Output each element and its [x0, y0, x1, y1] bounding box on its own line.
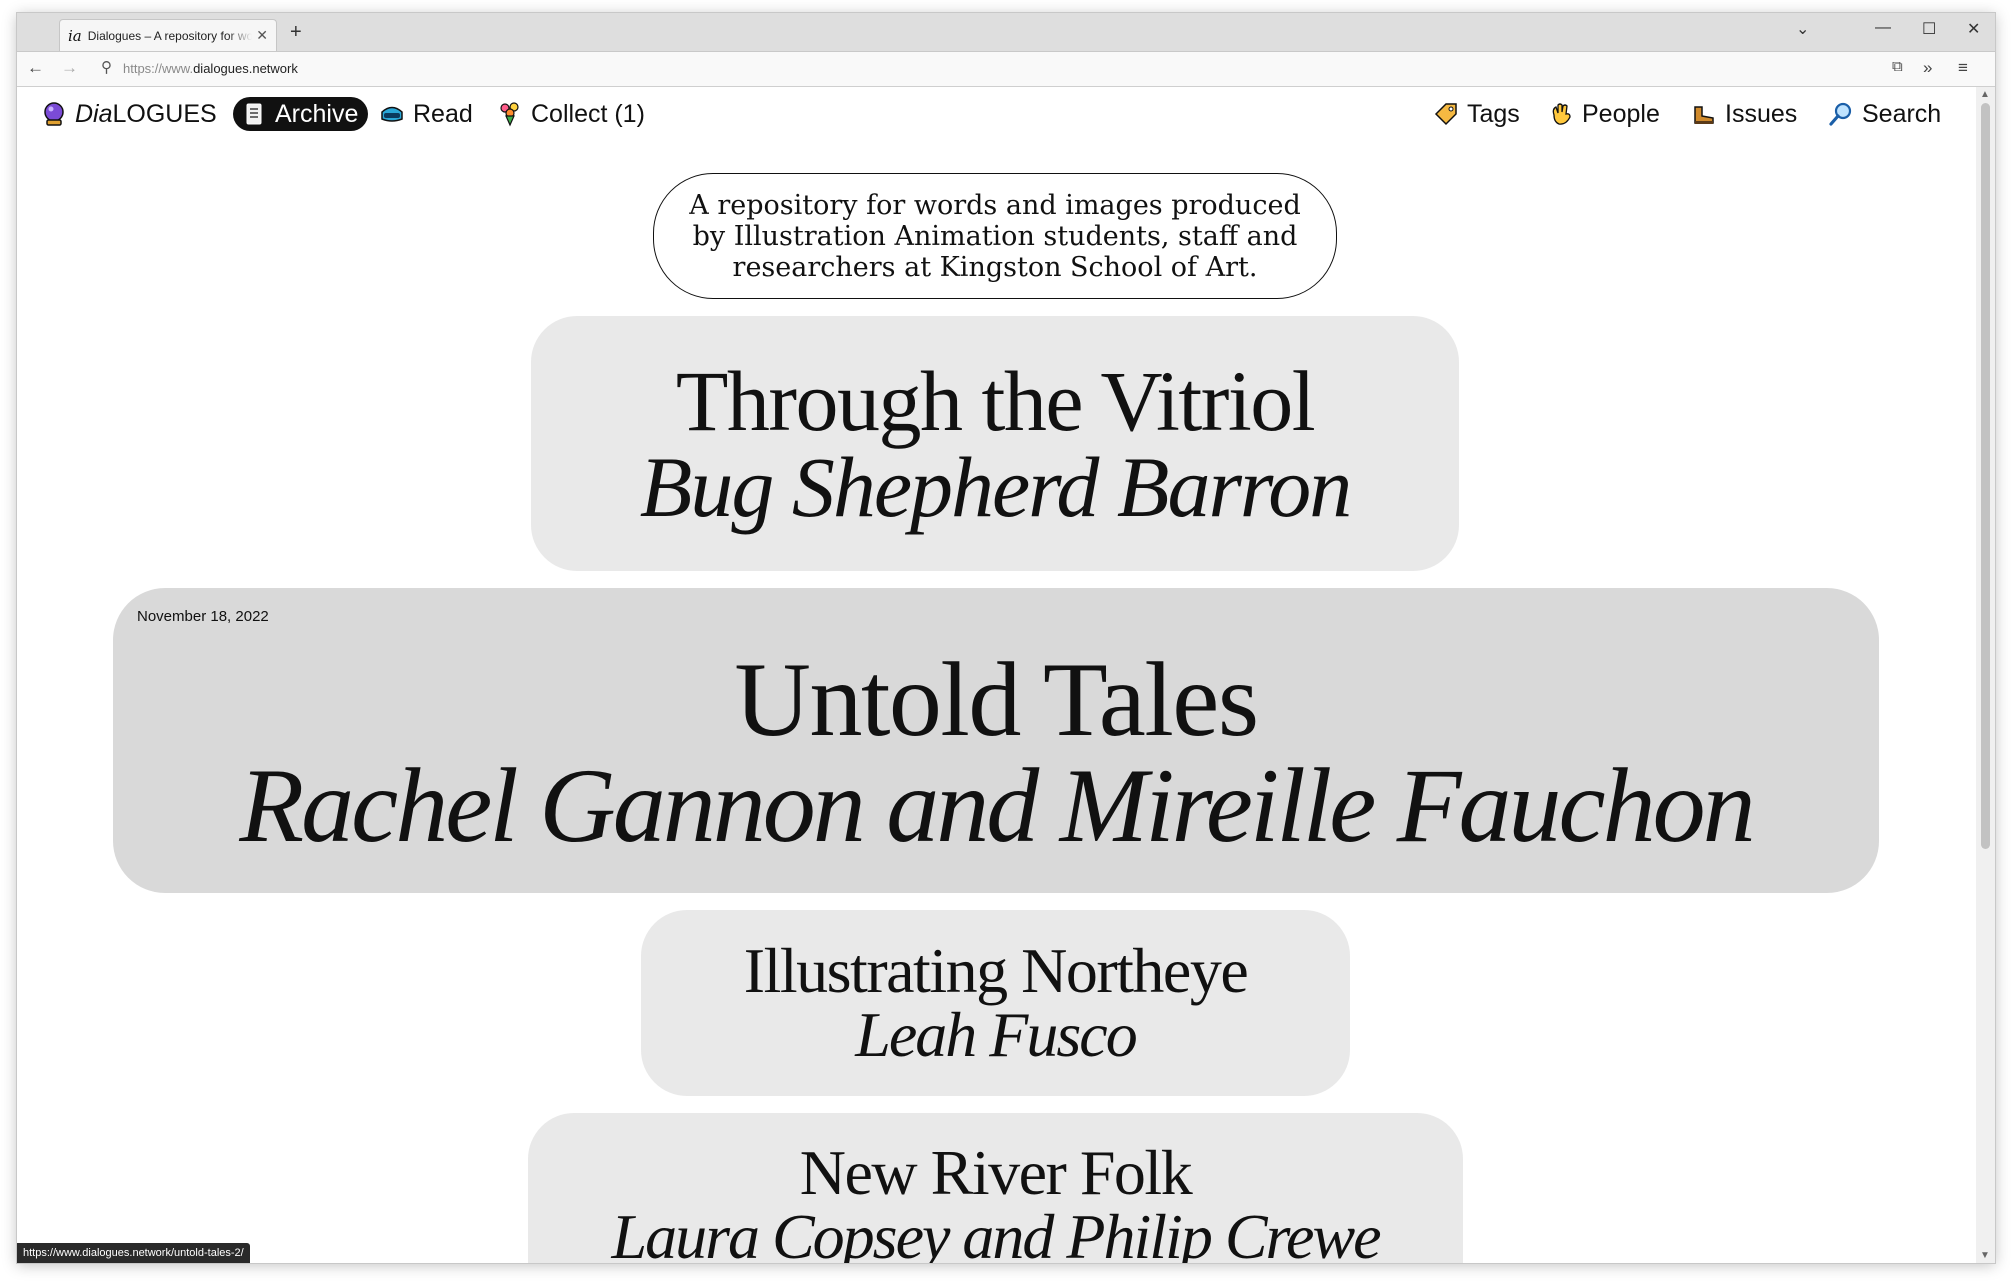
vr-goggles-icon: [381, 106, 403, 122]
page-viewport: DiaLOGUES Archive Read Collect (1) Tags …: [17, 87, 1976, 1263]
browser-toolbar: ← → ⚲ https://www.dialogues.network ⧉ » …: [17, 52, 1995, 87]
page-scrollbar[interactable]: ▲ ▼: [1976, 87, 1995, 1263]
new-tab-icon[interactable]: +: [290, 21, 302, 44]
browser-tab[interactable]: ia Dialogues – A repository for words an…: [59, 19, 277, 51]
entry-author: Leah Fusco: [855, 999, 1137, 1070]
entry-author: Rachel Gannon and Mireille Fauchon: [239, 746, 1755, 864]
logo-suffix: LOGUES: [112, 99, 217, 128]
site-logo[interactable]: DiaLOGUES: [41, 97, 217, 131]
nav-archive-label: Archive: [275, 99, 359, 128]
entry-author: Bug Shepherd Barron: [639, 438, 1352, 535]
notebook-icon: [246, 103, 262, 125]
crystal-ball-icon: [44, 102, 64, 126]
scroll-up-icon[interactable]: ▲: [1980, 89, 1990, 100]
entry-card[interactable]: New River Folk Laura Copsey and Philip C…: [528, 1113, 1463, 1263]
tab-strip: ia Dialogues – A repository for words an…: [17, 13, 1995, 52]
url-prefix: https://www.: [123, 61, 194, 76]
close-tab-icon[interactable]: ✕: [256, 27, 268, 44]
nav-people-label: People: [1582, 99, 1660, 128]
scroll-down-icon[interactable]: ▼: [1980, 1250, 1990, 1261]
browser-window: ia Dialogues – A repository for words an…: [17, 13, 1995, 1263]
nav-collect-label: Collect (1): [531, 99, 645, 128]
list-tabs-icon[interactable]: ⌄: [1796, 19, 1809, 39]
intro-blurb: A repository for words and images produc…: [653, 173, 1337, 299]
forward-arrow-icon[interactable]: →: [61, 58, 78, 78]
entry-card[interactable]: Illustrating Northeye Leah Fusco: [641, 910, 1350, 1096]
site-nav: DiaLOGUES Archive Read Collect (1) Tags …: [17, 87, 1976, 143]
status-url-tooltip: https://www.dialogues.network/untold-tal…: [17, 1243, 250, 1263]
bouquet-icon: [500, 102, 519, 127]
entry-title: Illustrating Northeye: [743, 935, 1249, 1006]
label-tag-icon: [1434, 103, 1457, 126]
nav-archive[interactable]: Archive: [233, 97, 369, 131]
tab-title: Dialogues – A repository for words and i…: [87, 28, 253, 43]
nav-issues[interactable]: Issues: [1691, 97, 1797, 131]
app-menu-icon[interactable]: ≡: [1958, 58, 1968, 78]
site-favicon: ia: [68, 26, 82, 45]
url-domain: dialogues.network: [193, 61, 298, 76]
nav-search-label: Search: [1862, 99, 1942, 128]
minimize-icon[interactable]: —: [1875, 19, 1891, 37]
entry-title: Through the Vitriol: [675, 352, 1316, 449]
overflow-chevrons-icon[interactable]: »: [1923, 58, 1932, 78]
nav-collect[interactable]: Collect (1): [497, 97, 645, 131]
back-arrow-icon[interactable]: ←: [27, 58, 44, 78]
entry-title: New River Folk: [799, 1137, 1193, 1208]
address-bar[interactable]: https://www.dialogues.network: [123, 61, 298, 76]
extensions-icon[interactable]: ⧉: [1892, 58, 1903, 75]
boot-icon: [1694, 106, 1714, 124]
nav-people[interactable]: People: [1548, 97, 1660, 131]
entry-author: Laura Copsey and Philip Crewe: [611, 1201, 1381, 1264]
waving-hand-icon: [1552, 103, 1571, 125]
entry-date: November 18, 2022: [137, 608, 269, 625]
entry-title: Untold Tales: [734, 640, 1259, 758]
logo-prefix: Dia: [75, 99, 113, 128]
nav-tags-label: Tags: [1467, 99, 1520, 128]
featured-entry-card[interactable]: November 18, 2022 Untold Tales Rachel Ga…: [113, 588, 1879, 893]
nav-read[interactable]: Read: [379, 97, 473, 131]
magnifier-icon: [1829, 102, 1852, 126]
scrollbar-thumb[interactable]: [1981, 103, 1990, 849]
maximize-icon[interactable]: ☐: [1922, 19, 1936, 39]
nav-read-label: Read: [413, 99, 473, 128]
nav-tags[interactable]: Tags: [1433, 97, 1520, 131]
search-icon: ⚲: [101, 59, 112, 76]
nav-search[interactable]: Search: [1828, 97, 1941, 131]
nav-issues-label: Issues: [1725, 99, 1798, 128]
entry-card[interactable]: Through the Vitriol Bug Shepherd Barron: [531, 316, 1459, 571]
close-window-icon[interactable]: ✕: [1967, 19, 1980, 39]
